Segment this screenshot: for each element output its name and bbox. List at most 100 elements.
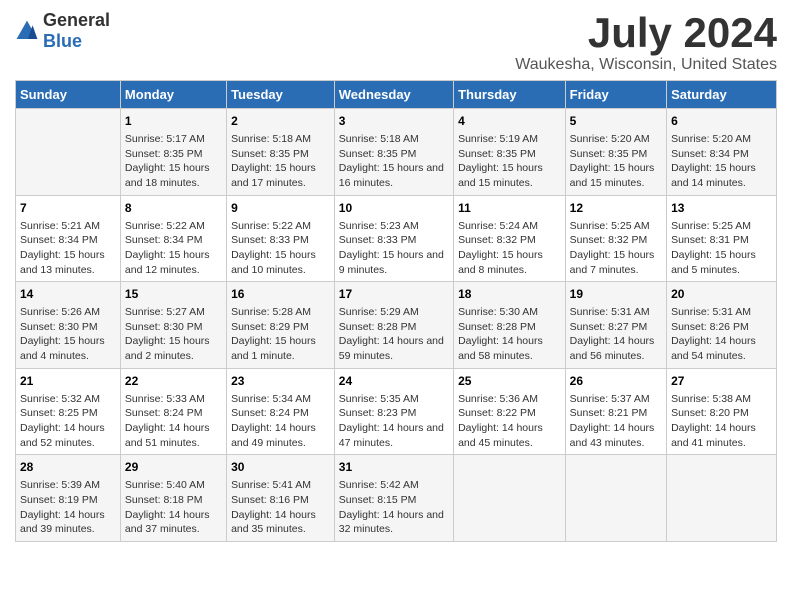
day-info: Sunrise: 5:23 AMSunset: 8:33 PMDaylight:… (339, 219, 449, 278)
day-info: Sunrise: 5:30 AMSunset: 8:28 PMDaylight:… (458, 305, 561, 364)
calendar-cell: 6Sunrise: 5:20 AMSunset: 8:34 PMDaylight… (667, 109, 777, 196)
calendar-body: 1 Sunrise: 5:17 AMSunset: 8:35 PMDaylight… (16, 109, 777, 542)
logo: General Blue (15, 10, 110, 52)
day-info: Sunrise: 5:42 AMSunset: 8:15 PMDaylight:… (339, 478, 449, 537)
day-info: Sunrise: 5:33 AMSunset: 8:24 PMDaylight:… (125, 392, 222, 451)
day-info: Sunrise: 5:28 AMSunset: 8:29 PMDaylight:… (231, 305, 330, 364)
week-row-1: 1 Sunrise: 5:17 AMSunset: 8:35 PMDaylight… (16, 109, 777, 196)
calendar-cell: 3 Sunrise: 5:18 AMSunset: 8:35 PMDaylight… (334, 109, 453, 196)
day-number: 3 (339, 113, 449, 130)
calendar-header-row: SundayMondayTuesdayWednesdayThursdayFrid… (16, 81, 777, 109)
col-header-tuesday: Tuesday (227, 81, 335, 109)
col-header-wednesday: Wednesday (334, 81, 453, 109)
day-info: Sunrise: 5:39 AMSunset: 8:19 PMDaylight:… (20, 478, 116, 537)
day-number: 19 (570, 286, 662, 303)
calendar-cell: 2 Sunrise: 5:18 AMSunset: 8:35 PMDaylight… (227, 109, 335, 196)
calendar-cell: 14Sunrise: 5:26 AMSunset: 8:30 PMDayligh… (16, 282, 121, 369)
day-number: 7 (20, 200, 116, 217)
day-info: Sunrise: 5:25 AMSunset: 8:31 PMDaylight:… (671, 219, 772, 278)
col-header-sunday: Sunday (16, 81, 121, 109)
day-info: Sunrise: 5:22 AMSunset: 8:34 PMDaylight:… (125, 219, 222, 278)
calendar-cell: 28 Sunrise: 5:39 AMSunset: 8:19 PMDayligh… (16, 455, 121, 542)
calendar-cell (16, 109, 121, 196)
calendar-cell (565, 455, 666, 542)
calendar-cell: 5Sunrise: 5:20 AMSunset: 8:35 PMDaylight… (565, 109, 666, 196)
header: General Blue July 2024 Waukesha, Wiscons… (15, 10, 777, 74)
day-info: Sunrise: 5:37 AMSunset: 8:21 PMDaylight:… (570, 392, 662, 451)
main-title: July 2024 (515, 10, 777, 56)
calendar-cell (667, 455, 777, 542)
calendar-cell: 8 Sunrise: 5:22 AMSunset: 8:34 PMDaylight… (120, 195, 226, 282)
col-header-thursday: Thursday (454, 81, 566, 109)
calendar-cell: 4 Sunrise: 5:19 AMSunset: 8:35 PMDaylight… (454, 109, 566, 196)
day-number: 4 (458, 113, 561, 130)
day-info: Sunrise: 5:24 AMSunset: 8:32 PMDaylight:… (458, 219, 561, 278)
day-number: 1 (125, 113, 222, 130)
logo-general: General (43, 10, 110, 30)
col-header-monday: Monday (120, 81, 226, 109)
day-number: 13 (671, 200, 772, 217)
week-row-5: 28 Sunrise: 5:39 AMSunset: 8:19 PMDayligh… (16, 455, 777, 542)
day-number: 8 (125, 200, 222, 217)
day-info: Sunrise: 5:31 AMSunset: 8:26 PMDaylight:… (671, 305, 772, 364)
calendar-cell: 23 Sunrise: 5:34 AMSunset: 8:24 PMDayligh… (227, 368, 335, 455)
day-info: Sunrise: 5:38 AMSunset: 8:20 PMDaylight:… (671, 392, 772, 451)
calendar-cell: 30Sunrise: 5:41 AMSunset: 8:16 PMDayligh… (227, 455, 335, 542)
calendar-cell: 29Sunrise: 5:40 AMSunset: 8:18 PMDayligh… (120, 455, 226, 542)
day-info: Sunrise: 5:41 AMSunset: 8:16 PMDaylight:… (231, 478, 330, 537)
calendar-cell: 13 Sunrise: 5:25 AMSunset: 8:31 PMDayligh… (667, 195, 777, 282)
logo-icon (15, 19, 39, 43)
day-number: 2 (231, 113, 330, 130)
calendar-table: SundayMondayTuesdayWednesdayThursdayFrid… (15, 80, 777, 542)
day-number: 31 (339, 459, 449, 476)
calendar-cell: 26 Sunrise: 5:37 AMSunset: 8:21 PMDayligh… (565, 368, 666, 455)
day-info: Sunrise: 5:18 AMSunset: 8:35 PMDaylight:… (231, 132, 330, 191)
day-number: 14 (20, 286, 116, 303)
day-info: Sunrise: 5:29 AMSunset: 8:28 PMDaylight:… (339, 305, 449, 364)
day-number: 22 (125, 373, 222, 390)
calendar-cell: 18Sunrise: 5:30 AMSunset: 8:28 PMDayligh… (454, 282, 566, 369)
calendar-cell: 21 Sunrise: 5:32 AMSunset: 8:25 PMDayligh… (16, 368, 121, 455)
calendar-cell: 22 Sunrise: 5:33 AMSunset: 8:24 PMDayligh… (120, 368, 226, 455)
logo-text: General Blue (43, 10, 110, 52)
calendar-cell: 16 Sunrise: 5:28 AMSunset: 8:29 PMDayligh… (227, 282, 335, 369)
day-number: 21 (20, 373, 116, 390)
calendar-cell: 9 Sunrise: 5:22 AMSunset: 8:33 PMDaylight… (227, 195, 335, 282)
day-number: 28 (20, 459, 116, 476)
day-number: 9 (231, 200, 330, 217)
calendar-cell: 27Sunrise: 5:38 AMSunset: 8:20 PMDayligh… (667, 368, 777, 455)
day-number: 24 (339, 373, 449, 390)
day-number: 25 (458, 373, 561, 390)
calendar-cell: 15Sunrise: 5:27 AMSunset: 8:30 PMDayligh… (120, 282, 226, 369)
day-number: 20 (671, 286, 772, 303)
col-header-saturday: Saturday (667, 81, 777, 109)
calendar-cell: 19 Sunrise: 5:31 AMSunset: 8:27 PMDayligh… (565, 282, 666, 369)
day-number: 10 (339, 200, 449, 217)
week-row-2: 7Sunrise: 5:21 AMSunset: 8:34 PMDaylight… (16, 195, 777, 282)
day-info: Sunrise: 5:22 AMSunset: 8:33 PMDaylight:… (231, 219, 330, 278)
calendar-cell: 10 Sunrise: 5:23 AMSunset: 8:33 PMDayligh… (334, 195, 453, 282)
day-number: 26 (570, 373, 662, 390)
calendar-cell: 17Sunrise: 5:29 AMSunset: 8:28 PMDayligh… (334, 282, 453, 369)
day-info: Sunrise: 5:35 AMSunset: 8:23 PMDaylight:… (339, 392, 449, 451)
day-info: Sunrise: 5:31 AMSunset: 8:27 PMDaylight:… (570, 305, 662, 364)
day-number: 16 (231, 286, 330, 303)
calendar-cell: 31 Sunrise: 5:42 AMSunset: 8:15 PMDayligh… (334, 455, 453, 542)
week-row-3: 14Sunrise: 5:26 AMSunset: 8:30 PMDayligh… (16, 282, 777, 369)
calendar-cell: 12Sunrise: 5:25 AMSunset: 8:32 PMDayligh… (565, 195, 666, 282)
calendar-cell: 24 Sunrise: 5:35 AMSunset: 8:23 PMDayligh… (334, 368, 453, 455)
day-info: Sunrise: 5:18 AMSunset: 8:35 PMDaylight:… (339, 132, 449, 191)
day-info: Sunrise: 5:19 AMSunset: 8:35 PMDaylight:… (458, 132, 561, 191)
day-info: Sunrise: 5:34 AMSunset: 8:24 PMDaylight:… (231, 392, 330, 451)
day-info: Sunrise: 5:32 AMSunset: 8:25 PMDaylight:… (20, 392, 116, 451)
calendar-cell: 20 Sunrise: 5:31 AMSunset: 8:26 PMDayligh… (667, 282, 777, 369)
calendar-cell: 1 Sunrise: 5:17 AMSunset: 8:35 PMDaylight… (120, 109, 226, 196)
day-info: Sunrise: 5:20 AMSunset: 8:34 PMDaylight:… (671, 132, 772, 191)
day-number: 23 (231, 373, 330, 390)
day-number: 12 (570, 200, 662, 217)
day-info: Sunrise: 5:40 AMSunset: 8:18 PMDaylight:… (125, 478, 222, 537)
day-info: Sunrise: 5:17 AMSunset: 8:35 PMDaylight:… (125, 132, 222, 191)
logo-blue: Blue (43, 31, 82, 51)
day-info: Sunrise: 5:36 AMSunset: 8:22 PMDaylight:… (458, 392, 561, 451)
calendar-cell: 11Sunrise: 5:24 AMSunset: 8:32 PMDayligh… (454, 195, 566, 282)
